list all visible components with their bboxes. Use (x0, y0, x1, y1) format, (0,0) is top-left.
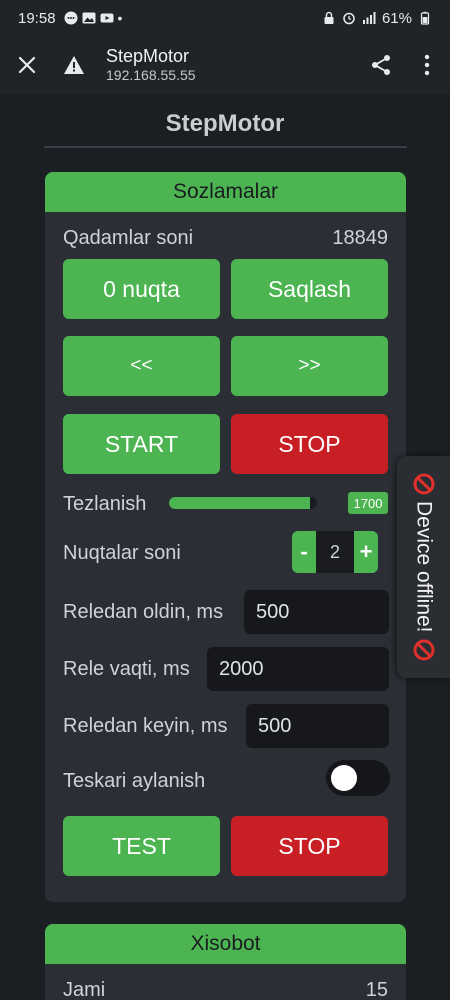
device-offline-tab[interactable]: Device offline! (397, 456, 450, 678)
device-offline-text: Device offline! (412, 501, 436, 633)
relay-time-row: Rele vaqti, ms (63, 655, 213, 683)
before-relay-row: Reledan oldin, ms (63, 598, 243, 626)
after-relay-row: Reledan keyin, ms (63, 712, 253, 740)
lock-icon (324, 11, 334, 24)
steps-row: Qadamlar soni 18849 (63, 224, 388, 252)
before-relay-label: Reledan oldin, ms (63, 600, 224, 623)
browser-toolbar: StepMotor 192.168.55.55 (0, 36, 450, 94)
prohibited-icon (413, 473, 434, 495)
points-increment-button[interactable]: + (354, 531, 378, 573)
message-icon (64, 11, 78, 25)
more-vert-icon (424, 54, 430, 76)
battery-percent: 61% (381, 9, 412, 27)
total-row: Jami 15 (63, 976, 388, 1000)
battery-icon (420, 11, 430, 25)
steps-value: 18849 (332, 226, 388, 249)
share-button[interactable] (358, 36, 404, 94)
relay-time-input[interactable]: 2000 (207, 647, 389, 691)
notification-dot: • (117, 10, 123, 26)
close-button[interactable] (0, 36, 54, 94)
page-title: StepMotor (165, 110, 285, 137)
signal-icon (362, 12, 376, 24)
test-button[interactable]: TEST (63, 816, 220, 876)
youtube-icon (100, 13, 114, 23)
points-stepper: - 2 + (292, 531, 378, 573)
gallery-icon (82, 12, 96, 24)
settings-header: Sozlamalar (45, 172, 406, 212)
before-relay-input[interactable]: 500 (244, 590, 389, 634)
reverse-label: Teskari aylanish (63, 769, 206, 792)
prohibited-icon (413, 639, 434, 661)
accel-row: Tezlanish (63, 490, 173, 518)
after-relay-input[interactable]: 500 (246, 704, 389, 748)
start-button[interactable]: START (63, 414, 220, 474)
reverse-toggle[interactable] (326, 760, 390, 796)
accel-slider[interactable] (169, 497, 317, 509)
more-menu-button[interactable] (404, 36, 450, 94)
page-url: 192.168.55.55 (106, 67, 196, 83)
steps-label: Qadamlar soni (63, 226, 194, 249)
tab-title: StepMotor (106, 46, 190, 66)
total-label: Jami (63, 978, 106, 1000)
close-icon (18, 56, 36, 74)
after-relay-label: Reledan keyin, ms (63, 714, 228, 737)
status-bar: 19:58 • 61% (0, 0, 450, 36)
stop-button[interactable]: STOP (231, 414, 388, 474)
warning-icon (64, 56, 84, 74)
security-warning-button[interactable] (54, 36, 94, 94)
title-divider (44, 146, 407, 148)
report-header: Xisobot (45, 924, 406, 964)
save-button[interactable]: Saqlash (231, 259, 388, 319)
points-row: Nuqtalar soni (63, 539, 263, 567)
points-decrement-button[interactable]: - (292, 531, 316, 573)
reverse-row: Teskari aylanish (63, 767, 263, 795)
relay-time-label: Rele vaqti, ms (63, 657, 190, 680)
accel-slider-fill (169, 497, 310, 509)
web-page: StepMotor Sozlamalar Qadamlar soni 18849… (0, 94, 450, 1000)
share-icon (372, 55, 390, 75)
step-forward-button[interactable]: >> (231, 336, 388, 396)
step-back-button[interactable]: << (63, 336, 220, 396)
points-value[interactable]: 2 (316, 531, 354, 573)
report-card: Xisobot Jami 15 (45, 924, 406, 1000)
clock: 19:58 (18, 9, 56, 27)
alarm-icon (343, 12, 355, 25)
points-label: Nuqtalar soni (63, 541, 181, 564)
reverse-toggle-knob (331, 765, 357, 791)
zero-point-button[interactable]: 0 nuqta (63, 259, 220, 319)
total-value: 15 (365, 978, 388, 1000)
settings-card: Sozlamalar Qadamlar soni 18849 0 nuqta S… (45, 172, 406, 902)
accel-value-badge: 1700 (348, 492, 388, 514)
page-info[interactable]: StepMotor 192.168.55.55 (94, 46, 358, 84)
accel-label: Tezlanish (63, 492, 147, 515)
test-stop-button[interactable]: STOP (231, 816, 388, 876)
